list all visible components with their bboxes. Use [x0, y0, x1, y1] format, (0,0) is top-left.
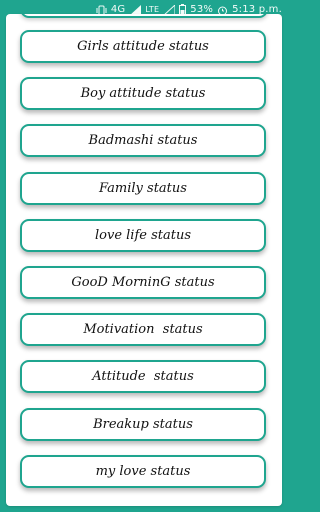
button-label: Family status — [99, 180, 187, 196]
status-list-panel: Girls attitude status Boy attitude statu… — [6, 14, 282, 506]
badmashi-status-button[interactable]: Badmashi status — [20, 124, 266, 158]
love-life-status-button[interactable]: love life status — [20, 218, 266, 252]
button-label: Attitude status — [92, 369, 194, 385]
button-label: my love status — [95, 463, 191, 479]
button-label: Badmashi status — [88, 133, 198, 149]
button-label: GooD MorninG status — [71, 274, 215, 290]
breakup-status-button[interactable]: Breakup status — [20, 407, 266, 441]
family-status-button[interactable]: Family status — [20, 171, 266, 205]
button-label: Girls attitude status — [77, 39, 209, 54]
button-label: Breakup status — [93, 416, 193, 432]
my-love-status-button[interactable]: my love status — [20, 454, 266, 488]
status-category-list: Girls attitude status Boy attitude statu… — [20, 30, 268, 502]
boy-attitude-status-button[interactable]: Boy attitude status — [20, 77, 266, 111]
button-label: Motivation status — [83, 322, 203, 338]
attitude-status-button[interactable]: Attitude status — [20, 360, 266, 394]
good-morning-status-button[interactable]: GooD MorninG status — [20, 265, 266, 299]
girls-attitude-status-button[interactable]: Girls attitude status — [20, 30, 266, 63]
button-label: love life status — [94, 227, 192, 243]
partial-button-fragment[interactable] — [20, 14, 268, 18]
button-label: Boy attitude status — [80, 86, 206, 102]
motivation-status-button[interactable]: Motivation status — [20, 313, 266, 347]
